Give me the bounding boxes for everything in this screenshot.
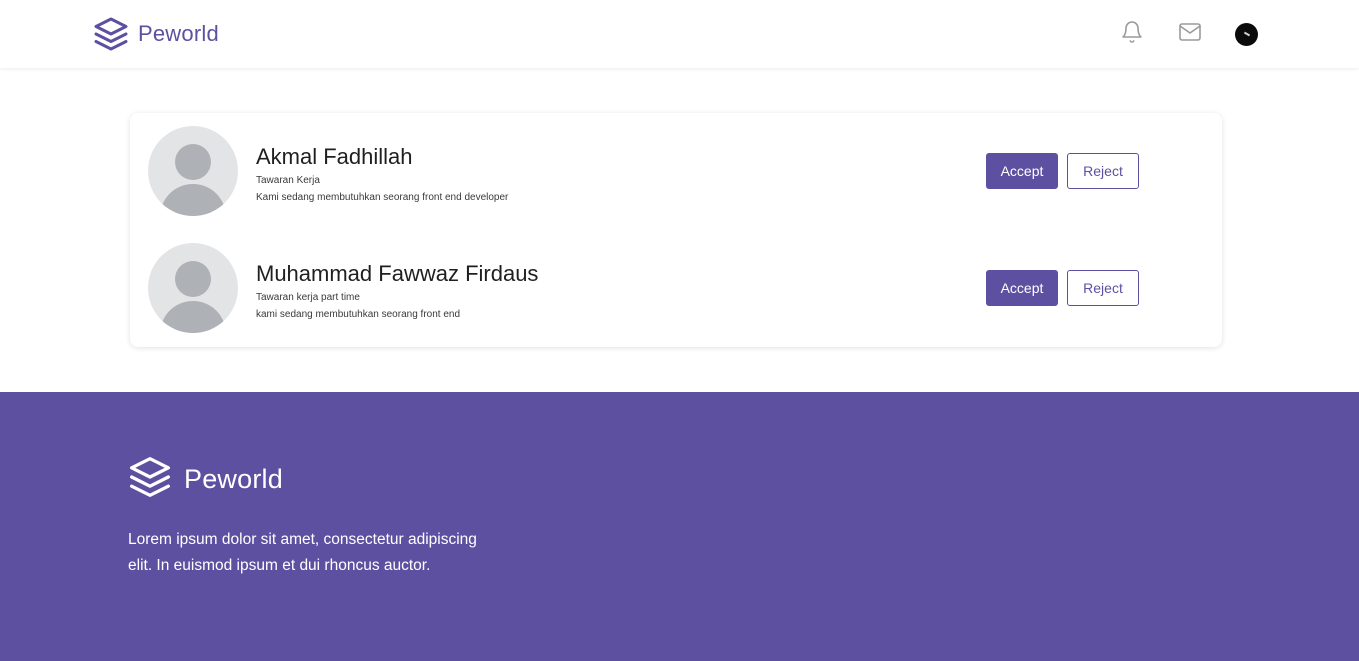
layers-logo-icon [93, 16, 129, 52]
bell-icon [1120, 20, 1144, 49]
notifications-button[interactable] [1119, 20, 1145, 49]
layers-logo-icon [128, 455, 172, 504]
footer-description: Lorem ipsum dolor sit amet, consectetur … [128, 531, 477, 574]
offer-description: kami sedang membutuhkan seorang front en… [256, 309, 461, 320]
reject-button[interactable]: Reject [1067, 270, 1139, 306]
footer: Peworld Lorem ipsum dolor sit amet, cons… [0, 392, 1359, 661]
brand-name: Peworld [138, 21, 219, 46]
messages-button[interactable] [1177, 21, 1203, 47]
footer-brand: Peworld [128, 455, 283, 504]
navbar: Peworld [0, 0, 1359, 68]
offer-item: Akmal Fadhillah Tawaran Kerja Kami sedan… [148, 126, 1208, 216]
reject-button[interactable]: Reject [1067, 153, 1139, 189]
offer-sender-name: Muhammad Fawwaz Firdaus [256, 261, 539, 286]
navbar-actions [1119, 20, 1258, 49]
user-placeholder-icon [148, 243, 238, 333]
user-avatar[interactable] [1235, 22, 1258, 46]
footer-brand-name: Peworld [184, 464, 283, 494]
accept-button[interactable]: Accept [986, 153, 1058, 189]
offer-title: Tawaran kerja part time [256, 292, 360, 303]
job-offers-card: Akmal Fadhillah Tawaran Kerja Kami sedan… [130, 113, 1222, 347]
offer-sender-name: Akmal Fadhillah [256, 144, 413, 169]
offer-description: Kami sedang membutuhkan seorang front en… [256, 192, 509, 203]
offer-item: Muhammad Fawwaz Firdaus Tawaran kerja pa… [148, 243, 1208, 333]
user-placeholder-icon [148, 126, 238, 216]
mail-icon [1177, 20, 1203, 49]
accept-button[interactable]: Accept [986, 270, 1058, 306]
brand-logo-link[interactable]: Peworld [93, 16, 219, 52]
offer-title: Tawaran Kerja [256, 175, 320, 186]
